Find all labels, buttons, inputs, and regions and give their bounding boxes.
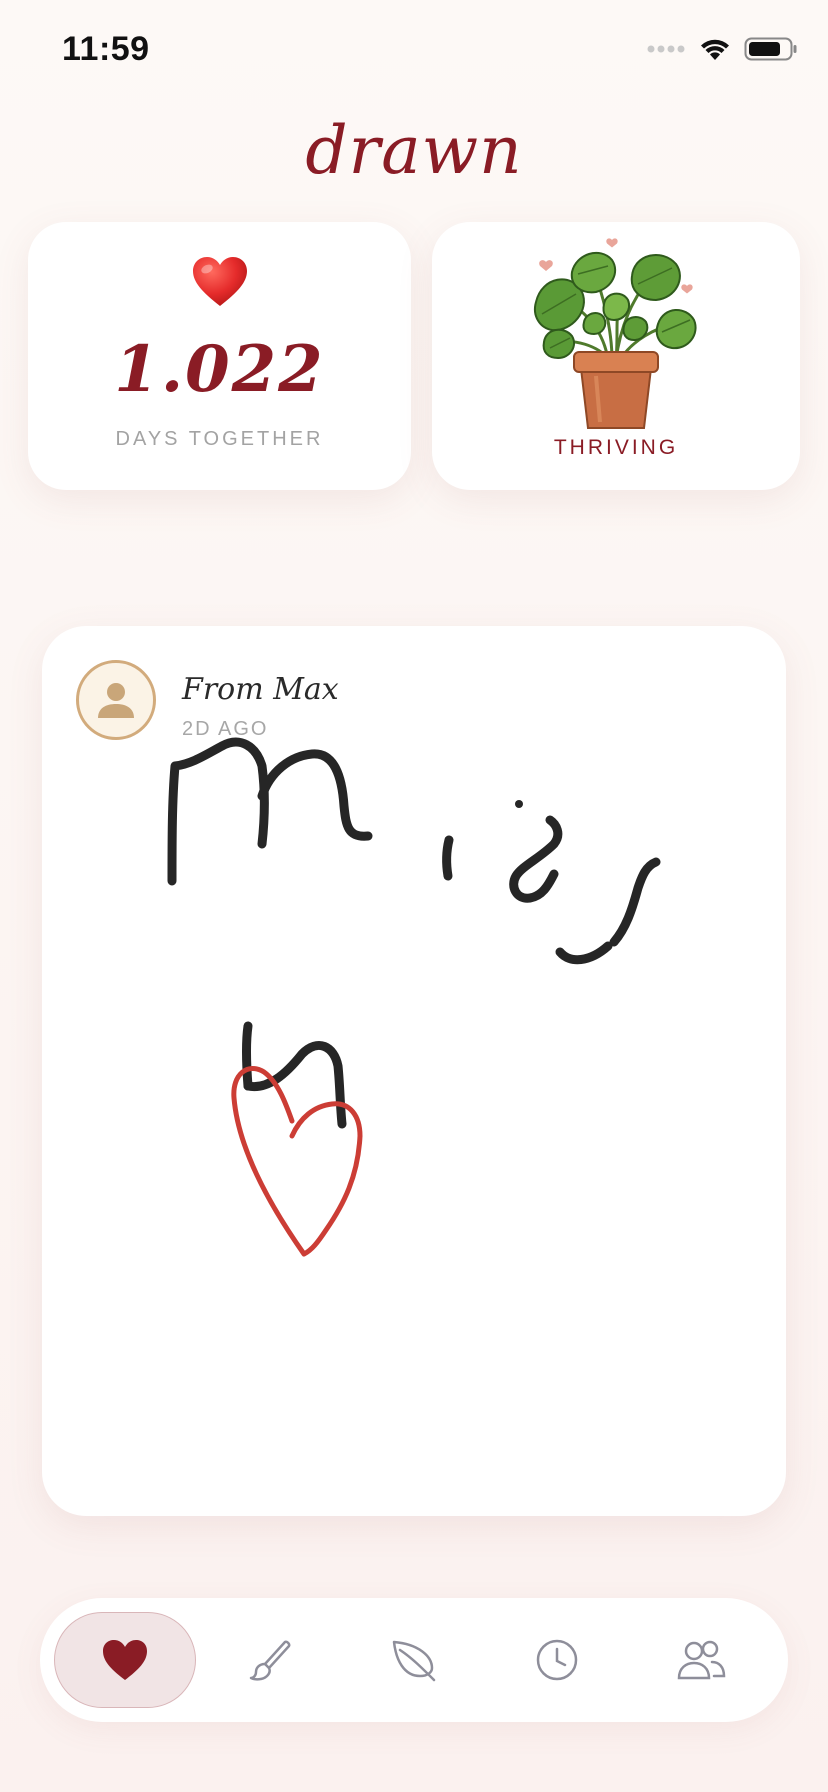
- days-together-card[interactable]: 1.022 DAYS TOGETHER: [28, 222, 411, 490]
- plant-card[interactable]: THRIVING: [432, 222, 800, 490]
- tab-home[interactable]: [54, 1612, 196, 1708]
- status-bar: 11:59: [0, 0, 828, 100]
- tab-partner[interactable]: [630, 1612, 772, 1708]
- wifi-icon: [701, 39, 729, 60]
- leaf-icon: [392, 1640, 436, 1682]
- brush-icon: [249, 1640, 291, 1681]
- tab-plant[interactable]: [342, 1612, 484, 1708]
- potted-plant-icon: [432, 232, 800, 432]
- clock-icon: [536, 1639, 578, 1681]
- cellular-signal-icon: [647, 45, 685, 53]
- heart-emoji-icon: [28, 256, 411, 308]
- status-time: 11:59: [62, 30, 150, 68]
- battery-icon: [744, 37, 797, 61]
- app-title: drawn: [305, 112, 523, 189]
- handwritten-drawing: [167, 737, 661, 1257]
- drawing-message-card[interactable]: From Max 2D AGO: [42, 626, 786, 1516]
- tab-bar: [40, 1598, 788, 1722]
- status-icons: [646, 36, 798, 62]
- tab-draw[interactable]: [198, 1612, 340, 1708]
- people-icon: [677, 1640, 726, 1680]
- heart-icon: [103, 1640, 147, 1680]
- plant-status: THRIVING: [553, 436, 679, 459]
- days-label: DAYS TOGETHER: [115, 428, 324, 450]
- days-count: 1.022: [114, 332, 325, 407]
- tab-history[interactable]: [486, 1612, 628, 1708]
